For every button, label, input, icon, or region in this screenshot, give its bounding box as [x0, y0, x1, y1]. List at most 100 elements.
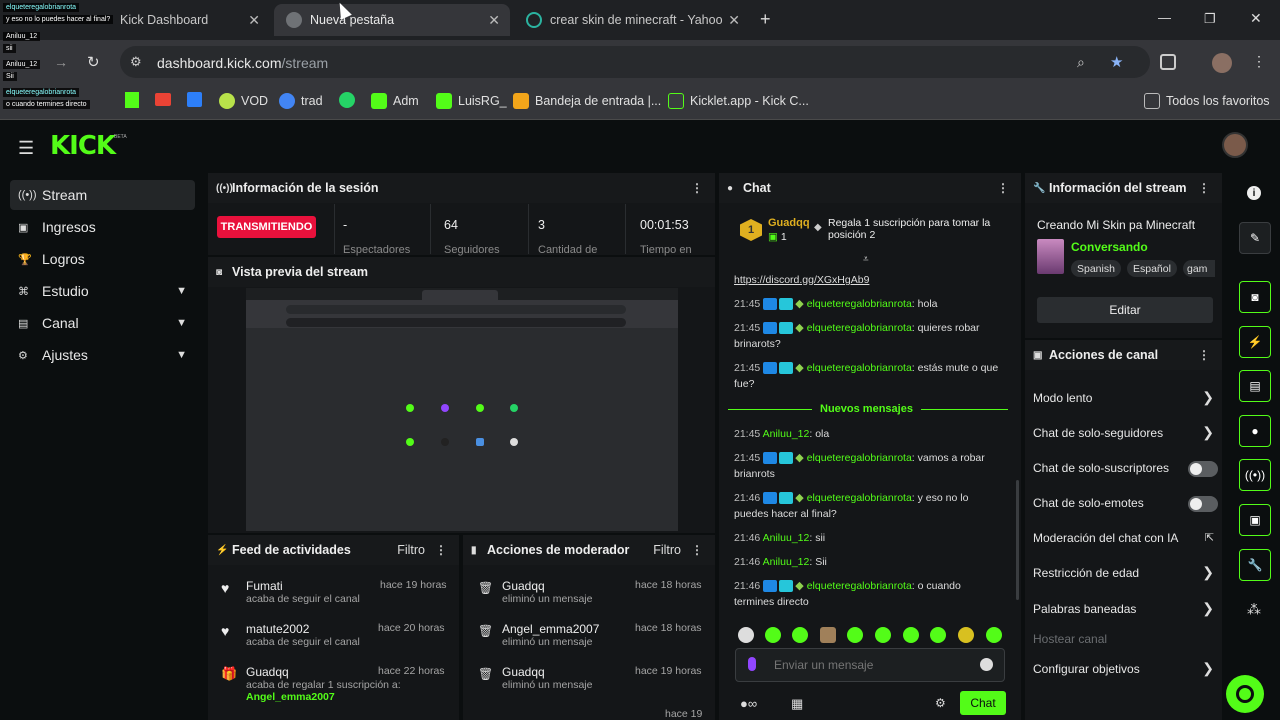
- edit-layout-button[interactable]: ✎: [1239, 222, 1271, 254]
- whatsapp-bookmark-icon[interactable]: [339, 92, 355, 108]
- chat-username[interactable]: Aniluu_12: [763, 428, 810, 440]
- close-window-button[interactable]: ✕: [1250, 10, 1262, 27]
- chat-username[interactable]: Aniluu_12: [763, 556, 810, 568]
- bookmark-adm[interactable]: Adm: [371, 92, 419, 110]
- mod-username[interactable]: Angel_emma2007: [502, 622, 599, 636]
- user-avatar[interactable]: [1222, 132, 1248, 158]
- preview-widget-button[interactable]: ◙: [1239, 281, 1271, 313]
- close-tab-icon[interactable]: ✕: [488, 12, 500, 29]
- emote-icon[interactable]: [792, 627, 808, 643]
- reload-icon[interactable]: ↻: [87, 53, 100, 71]
- more-options-icon[interactable]: ⋮: [691, 543, 703, 557]
- chat-message-input[interactable]: [774, 656, 964, 674]
- action-age-restriction[interactable]: Restricción de edad ❯: [1033, 564, 1218, 580]
- more-options-icon[interactable]: ⋮: [1198, 181, 1210, 195]
- mod-username[interactable]: Guadqq: [502, 665, 592, 679]
- bookmark-kicklet[interactable]: Kicklet.app - Kick C...: [668, 92, 809, 110]
- hamburger-menu-icon[interactable]: ☰: [18, 138, 34, 159]
- close-tab-icon[interactable]: ✕: [248, 12, 260, 29]
- chat-widget-button[interactable]: ●: [1239, 415, 1271, 447]
- info-icon[interactable]: i: [1247, 186, 1261, 200]
- site-settings-icon[interactable]: ⚙: [130, 54, 142, 70]
- filter-button[interactable]: Filtro: [653, 543, 681, 557]
- action-configure-goals[interactable]: Configurar objetivos ❯: [1033, 660, 1218, 676]
- emotes-only-toggle[interactable]: [1188, 496, 1218, 512]
- more-options-icon[interactable]: ⋮: [1198, 348, 1210, 362]
- chat-username[interactable]: elqueteregalobrianrota: [807, 362, 912, 374]
- action-banned-words[interactable]: Palabras baneadas ❯: [1033, 600, 1218, 616]
- gmail-bookmark-icon[interactable]: [155, 93, 171, 106]
- category-name[interactable]: Conversando: [1071, 240, 1148, 254]
- feed-username[interactable]: matute2002: [246, 622, 360, 636]
- emote-icon[interactable]: [875, 627, 891, 643]
- feed-username[interactable]: Fumati: [246, 579, 360, 593]
- points-icon[interactable]: ●∞: [740, 696, 757, 711]
- store-icon[interactable]: ▦: [791, 696, 803, 712]
- chat-username[interactable]: elqueteregalobrianrota: [807, 492, 912, 504]
- action-followers-only[interactable]: Chat de solo-seguidores ❯: [1033, 424, 1218, 440]
- send-chat-button[interactable]: Chat: [960, 691, 1006, 715]
- mod-username[interactable]: Guadqq: [502, 579, 592, 593]
- tab-yahoo-search[interactable]: crear skin de minecraft - Yahoo ✕: [514, 4, 750, 36]
- new-tab-button[interactable]: +: [760, 9, 771, 30]
- bookmark-vod[interactable]: VOD: [219, 92, 268, 110]
- edit-stream-button[interactable]: Editar: [1037, 297, 1213, 323]
- close-tab-icon[interactable]: ✕: [728, 12, 740, 29]
- filter-button[interactable]: Filtro: [397, 543, 425, 557]
- chat-scrollbar[interactable]: [1016, 480, 1019, 600]
- grid-bookmark-icon[interactable]: [187, 92, 202, 107]
- kick-bookmark-icon[interactable]: [125, 92, 139, 108]
- activity-widget-button[interactable]: ⚡: [1239, 326, 1271, 358]
- channel-actions-widget-button[interactable]: ▣: [1239, 504, 1271, 536]
- stream-info-widget-button[interactable]: 🔧: [1239, 549, 1271, 581]
- share-icon[interactable]: ⁂: [1247, 601, 1261, 618]
- sidebar-item-ajustes[interactable]: ⚙ Ajustes ▼: [10, 340, 195, 370]
- more-options-icon[interactable]: ⋮: [691, 181, 703, 195]
- restore-button[interactable]: ❐: [1204, 11, 1216, 27]
- more-options-icon[interactable]: ⋮: [997, 181, 1009, 195]
- bookmark-star-icon[interactable]: ★: [1110, 53, 1123, 71]
- collapse-pinned-icon[interactable]: ⩡: [863, 254, 869, 265]
- action-ai-moderation[interactable]: Moderación del chat con IA ⇱: [1033, 531, 1218, 545]
- emote-icon[interactable]: [738, 627, 754, 643]
- pinned-username[interactable]: Guadqq: [768, 217, 810, 229]
- kick-logo[interactable]: KICK: [50, 131, 116, 161]
- emote-icon[interactable]: [847, 627, 863, 643]
- chat-settings-icon[interactable]: ⚙: [935, 696, 946, 710]
- bookmark-luisrg[interactable]: LuisRG_: [436, 92, 507, 110]
- url-text[interactable]: dashboard.kick.com/stream: [157, 55, 328, 71]
- more-options-icon[interactable]: ⋮: [435, 543, 447, 557]
- emote-icon[interactable]: [930, 627, 946, 643]
- emote-icon[interactable]: [958, 627, 974, 643]
- emote-icon[interactable]: [820, 627, 836, 643]
- chat-username[interactable]: Aniluu_12: [763, 532, 810, 544]
- sidebar-item-ingresos[interactable]: ▣ Ingresos: [10, 212, 195, 242]
- sidebar-item-canal[interactable]: ▤ Canal ▼: [10, 308, 195, 338]
- chat-username[interactable]: elqueteregalobrianrota: [807, 580, 912, 592]
- extensions-icon[interactable]: [1160, 54, 1176, 70]
- session-widget-button[interactable]: ((•)): [1239, 459, 1271, 491]
- support-chat-button[interactable]: [1226, 675, 1264, 713]
- emote-icon[interactable]: [765, 627, 781, 643]
- chat-username[interactable]: elqueteregalobrianrota: [807, 322, 912, 334]
- mod-actions-widget-button[interactable]: ▤: [1239, 370, 1271, 402]
- bookmark-inbox[interactable]: Bandeja de entrada |...: [513, 92, 661, 110]
- stream-preview-video[interactable]: [246, 288, 678, 531]
- emoji-picker-icon[interactable]: [980, 658, 993, 671]
- bookmark-trad[interactable]: trad: [279, 92, 323, 110]
- chat-username[interactable]: elqueteregalobrianrota: [807, 298, 912, 310]
- all-bookmarks[interactable]: Todos los favoritos: [1144, 92, 1270, 110]
- feed-gift-recipient[interactable]: Angel_emma2007: [246, 691, 401, 703]
- profile-avatar[interactable]: [1212, 53, 1232, 73]
- sidebar-item-logros[interactable]: 🏆 Logros: [10, 244, 195, 274]
- microphone-icon[interactable]: [748, 657, 756, 671]
- sidebar-item-estudio[interactable]: ⌘ Estudio ▼: [10, 276, 195, 306]
- forward-icon[interactable]: →: [54, 54, 68, 70]
- zoom-icon[interactable]: ⌕: [1077, 54, 1085, 71]
- action-slow-mode[interactable]: Modo lento ❯: [1033, 389, 1218, 405]
- emote-icon[interactable]: [986, 627, 1002, 643]
- emote-icon[interactable]: [903, 627, 919, 643]
- discord-link[interactable]: https://discord.gg/XGxHgAb9: [734, 274, 869, 286]
- browser-menu-icon[interactable]: ⋮: [1252, 53, 1266, 70]
- chat-username[interactable]: elqueteregalobrianrota: [807, 452, 912, 464]
